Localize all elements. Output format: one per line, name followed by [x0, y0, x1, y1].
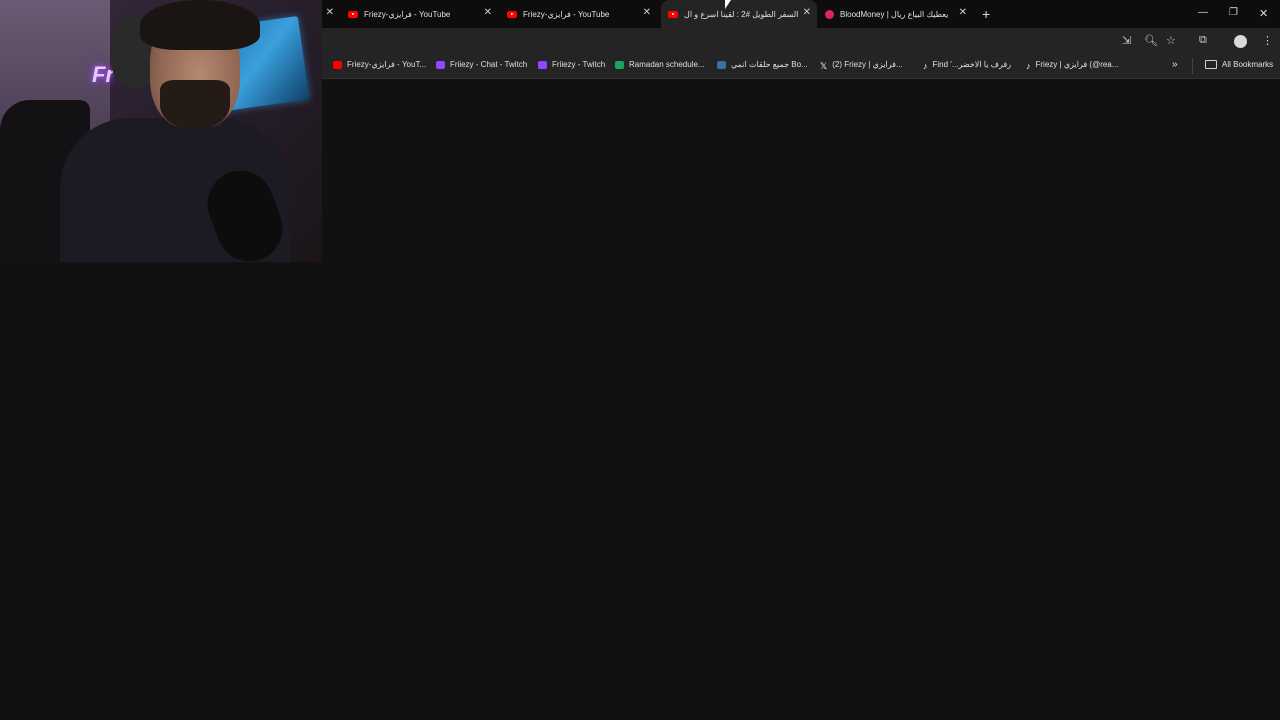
bookmark-item[interactable]: Friiezy - Twitch: [538, 60, 605, 69]
bookmark-item[interactable]: Friezy-فرايزي - YouT...: [333, 60, 426, 69]
restore-icon[interactable]: ❐: [1229, 7, 1238, 18]
folder-icon: [1205, 60, 1217, 69]
youtube-icon: [333, 60, 342, 69]
minimize-icon[interactable]: —: [1198, 7, 1208, 18]
more-bookmarks-chevron-icon[interactable]: »: [1172, 59, 1178, 70]
bloodmoney-icon: [825, 9, 834, 19]
webcam-neon-sign: Fr: [92, 62, 114, 87]
extensions-icon[interactable]: ⧉: [1199, 34, 1207, 47]
bookmark-label: (2) Friezy | فرايزي...: [832, 60, 903, 69]
window-close-icon[interactable]: ✕: [1259, 7, 1268, 20]
bookmark-label: Friiezy - Twitch: [552, 60, 606, 69]
bookmarks-divider: [1192, 58, 1193, 74]
tab-title: السفر الطويل #2 : لقينا اسرع و ال: [684, 9, 799, 19]
twitch-icon: [436, 60, 445, 69]
bookmark-label: Find '...رفرف يا الاخضر: [932, 60, 1012, 69]
webcam-overlay: Fr: [0, 0, 322, 262]
close-icon[interactable]: ✕: [803, 8, 811, 18]
tab-youtube-active[interactable]: السفر الطويل #2 : لقينا اسرع و ال ✕: [661, 0, 817, 28]
webcam-person-hair: [140, 0, 260, 50]
tiktok-icon: ♪: [1026, 60, 1031, 71]
new-tab-button[interactable]: +: [982, 6, 990, 22]
bookmarks-bar: Friezy-فرايزي - YouT... Friiezy - Chat -…: [322, 56, 1280, 79]
close-icon[interactable]: ✕: [959, 8, 967, 18]
tab-title: BloodMoney | يعطيك البياع ريال: [840, 9, 949, 19]
all-bookmarks-button[interactable]: All Bookmarks: [1205, 60, 1273, 69]
bookmark-label: Friiezy - Chat - Twitch: [450, 60, 528, 69]
close-icon[interactable]: ✕: [326, 8, 334, 18]
twitch-icon: [538, 60, 547, 69]
install-app-icon[interactable]: ⇲: [1122, 34, 1131, 47]
bookmark-label: Ramadan schedule...: [629, 60, 705, 69]
tab-bloodmoney[interactable]: BloodMoney | يعطيك البياع ريال ✕: [825, 0, 973, 28]
bookmark-label: جميع حلقات انمي Bo...: [731, 60, 808, 69]
tab-youtube-1[interactable]: Friezy-فرايزي - YouTube ✕: [348, 0, 498, 28]
tab-title: Friezy-فرايزي - YouTube: [523, 9, 610, 19]
anime-site-icon: [717, 60, 726, 69]
all-bookmarks-label: All Bookmarks: [1222, 60, 1274, 69]
tab-strip: ✕ Friezy-فرايزي - YouTube ✕ Friezy-فرايز…: [322, 0, 1280, 28]
close-icon[interactable]: ✕: [643, 8, 651, 18]
tab-youtube-2[interactable]: Friezy-فرايزي - YouTube ✕: [507, 0, 657, 28]
bookmark-item[interactable]: جميع حلقات انمي Bo...: [717, 60, 808, 69]
zoom-icon[interactable]: 🔍︎: [1144, 34, 1158, 47]
tab-close-partial[interactable]: ✕: [324, 0, 338, 28]
youtube-icon: [348, 10, 358, 18]
menu-kebab-icon[interactable]: ⋮: [1262, 34, 1273, 47]
tiktok-icon: ♪: [923, 60, 928, 71]
bookmark-item[interactable]: ♪ Friezy | فرايزي (@rea...: [1026, 60, 1119, 71]
close-icon[interactable]: ✕: [484, 8, 492, 18]
browser-toolbar: ⇲ 🔍︎ ☆ ⧉ ⋮: [322, 28, 1280, 56]
youtube-icon: [668, 10, 678, 18]
youtube-icon: [507, 10, 517, 18]
bookmark-label: Friezy | فرايزي (@rea...: [1035, 60, 1119, 69]
mouse-cursor: [725, 0, 731, 9]
profile-avatar-icon[interactable]: [1234, 35, 1247, 48]
bookmark-item[interactable]: Friiezy - Chat - Twitch: [436, 60, 527, 69]
bookmark-item[interactable]: Ramadan schedule...: [615, 60, 705, 69]
bookmark-item[interactable]: ♪ Find '...رفرف يا الاخضر: [923, 60, 1012, 71]
webcam-person-beard: [160, 80, 230, 130]
bookmark-item[interactable]: 𝕏 (2) Friezy | فرايزي...: [820, 60, 903, 71]
x-icon: 𝕏: [820, 60, 828, 71]
bookmark-label: Friezy-فرايزي - YouT...: [347, 60, 427, 69]
sheets-icon: [615, 60, 624, 69]
tab-title: Friezy-فرايزي - YouTube: [364, 9, 451, 19]
bookmark-star-icon[interactable]: ☆: [1166, 34, 1176, 47]
